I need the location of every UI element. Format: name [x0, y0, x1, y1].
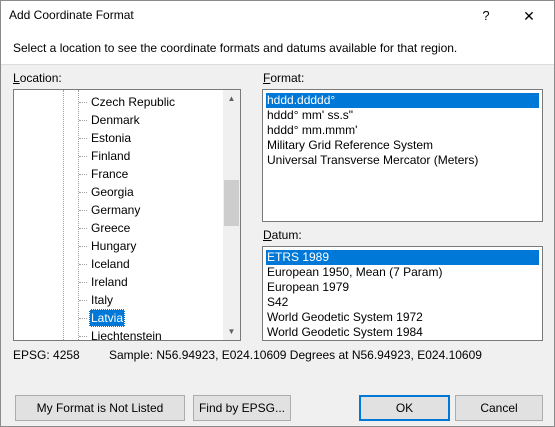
tree-connector — [79, 138, 87, 139]
scroll-down-icon[interactable]: ▼ — [223, 323, 240, 340]
format-label-rest: ormat: — [270, 71, 305, 85]
datum-list-item[interactable]: European 1950, Mean (7 Param) — [266, 265, 539, 280]
window-title: Add Coordinate Format — [9, 8, 134, 22]
tree-item[interactable]: Finland — [14, 147, 224, 165]
scroll-thumb[interactable] — [224, 180, 239, 226]
tree-connector — [79, 264, 87, 265]
tree-item[interactable]: Denmark — [14, 111, 224, 129]
location-tree[interactable]: Czech Republic Denmark Estonia Finland Franc… — [13, 89, 241, 341]
tree-connector — [79, 102, 87, 103]
tree-item[interactable]: Hungary — [14, 237, 224, 255]
tree-item[interactable]: Greece — [14, 219, 224, 237]
format-list-item[interactable]: hddd.ddddd° — [266, 93, 539, 108]
tree-item-label: Finland — [91, 149, 131, 163]
tree-item-label: Ireland — [91, 275, 128, 289]
title-bar: Add Coordinate Format ? ✕ — [1, 1, 554, 31]
tree-connector — [79, 192, 87, 193]
tree-item-label: Czech Republic — [91, 95, 176, 109]
tree-connector — [79, 318, 87, 319]
location-label-rest: ocation: — [19, 71, 62, 85]
description-area: Select a location to see the coordinate … — [1, 31, 554, 65]
tree-item[interactable]: Ireland — [14, 273, 224, 291]
description-text: Select a location to see the coordinate … — [13, 41, 458, 55]
location-label-accesskey: L — [13, 71, 20, 85]
tree-connector — [79, 156, 87, 157]
tree-item[interactable]: Liechtenstein — [14, 327, 224, 341]
ok-button[interactable]: OK — [359, 395, 450, 421]
tree-item-label: Liechtenstein — [91, 329, 162, 341]
tree-item-label: Iceland — [91, 257, 130, 271]
tree-item[interactable]: Italy — [14, 291, 224, 309]
format-list-item[interactable]: hddd° mm.mmm' — [266, 123, 539, 138]
tree-item-label: Hungary — [91, 239, 137, 253]
format-not-listed-button[interactable]: My Format is Not Listed — [15, 395, 185, 421]
tree-connector — [79, 228, 87, 229]
datum-label: Datum: — [263, 228, 302, 242]
datum-label-accesskey: D — [263, 228, 272, 242]
tree-connector — [79, 282, 87, 283]
tree-item-label: Estonia — [91, 131, 132, 145]
tree-item[interactable]: Germany — [14, 201, 224, 219]
datum-list-item[interactable]: ETRS 1989 — [266, 250, 539, 265]
tree-item-label: Denmark — [91, 113, 140, 127]
datum-list[interactable]: ETRS 1989 European 1950, Mean (7 Param) Eu… — [262, 246, 543, 341]
tree-item-label: Italy — [91, 293, 114, 307]
tree-connector — [79, 246, 87, 247]
tree-item[interactable]: Georgia — [14, 183, 224, 201]
tree-item[interactable]: Czech Republic — [14, 93, 224, 111]
sample-text: Sample: N56.94923, E024.10609 Degrees at… — [109, 348, 482, 362]
tree-item-label: Georgia — [91, 185, 134, 199]
help-icon[interactable]: ? — [473, 4, 499, 28]
tree-connector — [79, 300, 87, 301]
format-list-item[interactable]: Universal Transverse Mercator (Meters) — [266, 153, 539, 168]
tree-item-label: Latvia — [89, 309, 126, 327]
tree-connector — [79, 210, 87, 211]
dialog-window: Add Coordinate Format ? ✕ Select a locat… — [0, 0, 555, 427]
tree-item-label: Greece — [91, 221, 131, 235]
tree-item[interactable]: Iceland — [14, 255, 224, 273]
location-label: Location: — [13, 71, 62, 85]
tree-connector — [79, 174, 87, 175]
tree-connector — [79, 120, 87, 121]
close-icon[interactable]: ✕ — [516, 4, 542, 28]
scroll-up-icon[interactable]: ▲ — [223, 90, 240, 107]
tree-item[interactable]: France — [14, 165, 224, 183]
datum-list-item[interactable]: World Geodetic System 1972 — [266, 310, 539, 325]
tree-connector — [79, 336, 87, 337]
find-by-epsg-button[interactable]: Find by EPSG... — [193, 395, 291, 421]
format-list-item[interactable]: hddd° mm' ss.s" — [266, 108, 539, 123]
tree-item-label: France — [91, 167, 129, 181]
format-list-item[interactable]: Military Grid Reference System — [266, 138, 539, 153]
epsg-code: EPSG: 4258 — [13, 348, 80, 362]
datum-label-rest: atum: — [271, 228, 302, 242]
tree-item[interactable]: Estonia — [14, 129, 224, 147]
datum-list-item[interactable]: World Geodetic System 1984 — [266, 325, 539, 340]
format-list[interactable]: hddd.ddddd° hddd° mm' ss.s" hddd° mm.mmm' M… — [262, 89, 543, 222]
cancel-button[interactable]: Cancel — [455, 395, 543, 421]
format-label: Format: — [263, 71, 304, 85]
tree-item[interactable]: Latvia — [14, 309, 224, 327]
tree-item-label: Germany — [91, 203, 141, 217]
datum-list-item[interactable]: S42 — [266, 295, 539, 310]
location-scrollbar[interactable]: ▲ ▼ — [223, 90, 240, 340]
datum-list-item[interactable]: European 1979 — [266, 280, 539, 295]
